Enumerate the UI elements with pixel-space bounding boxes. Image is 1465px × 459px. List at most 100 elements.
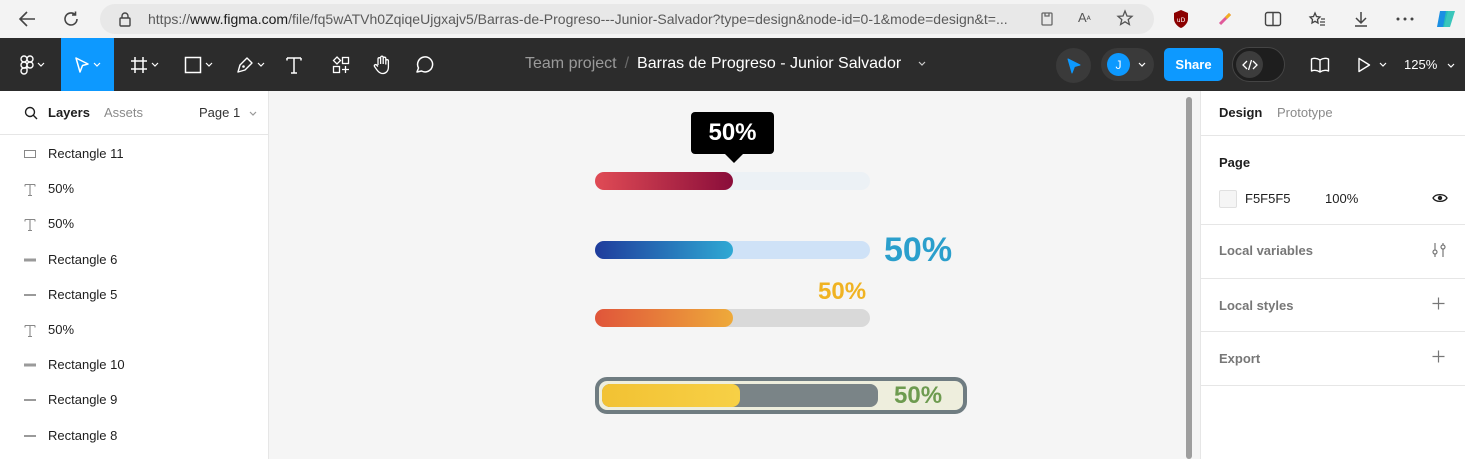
figma-logo-icon (19, 54, 34, 75)
back-icon[interactable] (13, 5, 41, 33)
hand-icon (373, 55, 390, 74)
progress-track[interactable] (595, 241, 870, 259)
cursor-icon (1067, 58, 1080, 73)
chevron-down-icon (249, 111, 257, 116)
layer-row[interactable]: Rectangle 9 (4, 382, 268, 417)
tooltip-pointer (724, 153, 744, 163)
zoom-menu[interactable]: 125% (1404, 57, 1455, 72)
layer-row[interactable]: Rectangle 8 (4, 418, 268, 453)
library-button[interactable] (1305, 38, 1335, 91)
page-selector[interactable]: Page 1 (199, 105, 257, 120)
chevron-down-icon (1138, 62, 1146, 67)
layer-row[interactable]: Rectangle 5 (4, 277, 268, 312)
line-icon (22, 429, 38, 443)
copilot-icon[interactable] (1432, 5, 1460, 33)
url-text: https://www.figma.com/file/fq5wATVh0Zqiq… (148, 11, 1008, 27)
browser-bar: https://www.figma.com/file/fq5wATVh0Zqiq… (0, 0, 1465, 38)
hand-tool-button[interactable] (368, 38, 396, 91)
design-canvas[interactable]: 50% 50% 50% 50% (269, 91, 1200, 459)
variables-settings-icon[interactable] (1432, 242, 1446, 258)
layer-row[interactable]: 50% (4, 312, 268, 347)
downloads-icon[interactable] (1347, 5, 1375, 33)
local-variables-section[interactable]: Local variables (1201, 225, 1465, 279)
tab-prototype[interactable]: Prototype (1277, 105, 1333, 120)
layer-row[interactable]: 50% (4, 171, 268, 206)
progress-label[interactable]: 50% (818, 278, 866, 306)
page-color-swatch[interactable] (1219, 190, 1237, 208)
frame-tool-button[interactable] (122, 38, 166, 91)
progress-fill[interactable] (595, 309, 733, 327)
comment-icon (416, 55, 434, 73)
local-styles-section[interactable]: Local styles (1201, 279, 1465, 332)
present-button[interactable] (1352, 38, 1392, 91)
text-icon (22, 217, 38, 231)
pen-tool-button[interactable] (228, 38, 272, 91)
refresh-icon[interactable] (57, 5, 85, 33)
main-menu-button[interactable] (12, 38, 52, 91)
text-tool-button[interactable] (280, 38, 308, 91)
progress-track[interactable] (595, 172, 870, 190)
read-aloud-icon[interactable]: Aᴬ (1078, 10, 1091, 25)
progress-label[interactable]: 50% (894, 382, 942, 410)
eye-icon[interactable] (1432, 192, 1448, 204)
dev-mode-toggle[interactable] (1232, 47, 1285, 82)
multiplayer-cursor-button[interactable] (1056, 48, 1091, 83)
collections-icon[interactable] (1303, 5, 1331, 33)
chevron-down-icon[interactable] (918, 61, 926, 67)
layer-row[interactable]: Rectangle 6 (4, 242, 268, 277)
layers-panel: Layers Assets Page 1 Rectangle 11 50% 50… (0, 91, 269, 459)
layer-row[interactable]: Rectangle 10 (4, 347, 268, 382)
export-section[interactable]: Export (1201, 332, 1465, 386)
lock-icon[interactable] (118, 11, 132, 32)
page-color-value[interactable]: F5F5F5 (1245, 191, 1291, 206)
address-bar[interactable]: https://www.figma.com/file/fq5wATVh0Zqiq… (100, 4, 1154, 34)
more-icon[interactable] (1391, 5, 1419, 33)
cursor-icon (75, 56, 89, 73)
document-title[interactable]: Team project / Barras de Progreso - Junior… (525, 55, 926, 73)
line-icon (22, 288, 38, 302)
progress-label[interactable]: 50% (884, 231, 952, 270)
layer-row[interactable]: 50% (4, 206, 268, 241)
team-link[interactable]: Team project (525, 55, 617, 72)
progress-track[interactable] (595, 309, 870, 327)
layer-row[interactable]: Rectangle 11 (4, 136, 268, 171)
ublock-icon[interactable]: uD (1167, 5, 1195, 33)
progress-track[interactable] (602, 384, 878, 407)
reader-icon[interactable] (1040, 11, 1054, 32)
favorite-icon[interactable] (1116, 9, 1134, 32)
tab-layers[interactable]: Layers (48, 105, 90, 120)
layer-name: Rectangle 9 (48, 392, 118, 407)
layer-name: 50% (48, 216, 75, 231)
extension-icon[interactable] (1211, 5, 1239, 33)
book-icon (1310, 57, 1330, 73)
title-separator: / (624, 55, 630, 72)
layer-name: Rectangle 5 (48, 287, 118, 302)
shape-tool-button[interactable] (176, 38, 220, 91)
progress-fill[interactable] (595, 241, 733, 259)
code-icon (1236, 51, 1263, 78)
share-button[interactable]: Share (1164, 48, 1223, 81)
plus-icon[interactable] (1432, 297, 1445, 310)
tab-assets[interactable]: Assets (104, 105, 143, 120)
page-selector-label: Page 1 (199, 105, 241, 120)
comment-tool-button[interactable] (410, 38, 438, 91)
file-name[interactable]: Barras de Progreso - Junior Salvador (637, 55, 901, 72)
avatar[interactable]: J (1107, 53, 1130, 76)
rectangle-icon (22, 147, 38, 161)
tab-design[interactable]: Design (1219, 105, 1262, 120)
search-icon[interactable] (24, 106, 38, 120)
progress-fill[interactable] (595, 172, 733, 190)
progress-tooltip[interactable]: 50% (691, 112, 774, 154)
page-opacity-value[interactable]: 100% (1325, 191, 1358, 206)
move-tool-button[interactable] (61, 38, 114, 91)
progress-frame[interactable]: 50% (595, 377, 967, 414)
plus-icon[interactable] (1432, 350, 1445, 363)
split-screen-icon[interactable] (1259, 5, 1287, 33)
canvas-scrollbar[interactable] (1186, 97, 1192, 459)
progress-fill[interactable] (602, 384, 740, 407)
resources-tool-button[interactable] (327, 38, 355, 91)
text-icon (22, 182, 38, 196)
page-section: Page F5F5F5 100% (1201, 136, 1465, 225)
pen-icon (236, 56, 253, 73)
avatar-menu[interactable]: J (1101, 48, 1154, 81)
